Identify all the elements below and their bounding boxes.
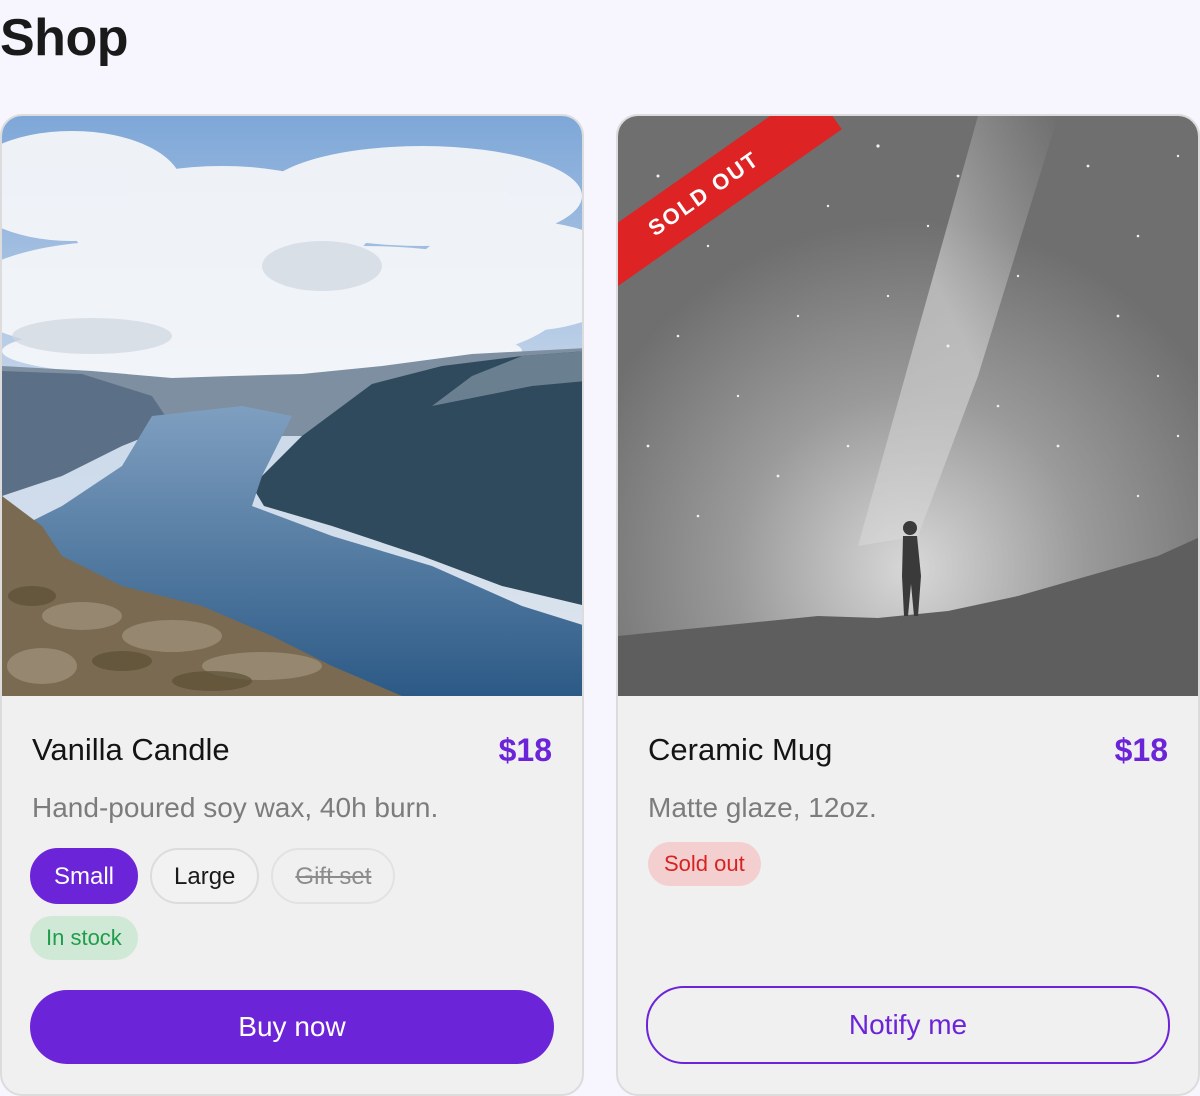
product-card-ceramic-mug: SOLD OUT Ceramic Mug $18 Matte glaze, 12… [616,114,1200,1096]
product-price: $18 [498,732,552,768]
option-large[interactable]: Large [150,848,260,904]
product-title: Ceramic Mug [648,732,833,767]
product-description: Matte glaze, 12oz. [648,792,877,823]
in-stock-badge: In stock [30,916,138,960]
size-options: Small Large Gift set [30,848,396,904]
product-price: $18 [1114,732,1168,768]
product-image [2,116,582,696]
product-card-vanilla-candle: Vanilla Candle $18 Hand-poured soy wax, … [0,114,584,1096]
page-title: Shop [0,9,128,67]
product-title: Vanilla Candle [32,732,230,767]
notify-me-button[interactable]: Notify me [646,986,1170,1064]
product-description: Hand-poured soy wax, 40h burn. [32,792,439,823]
buy-now-button[interactable]: Buy now [30,990,554,1064]
sold-out-badge: Sold out [648,842,761,886]
option-gift-set: Gift set [271,848,396,904]
product-image: SOLD OUT [618,116,1198,696]
option-small[interactable]: Small [30,848,139,904]
